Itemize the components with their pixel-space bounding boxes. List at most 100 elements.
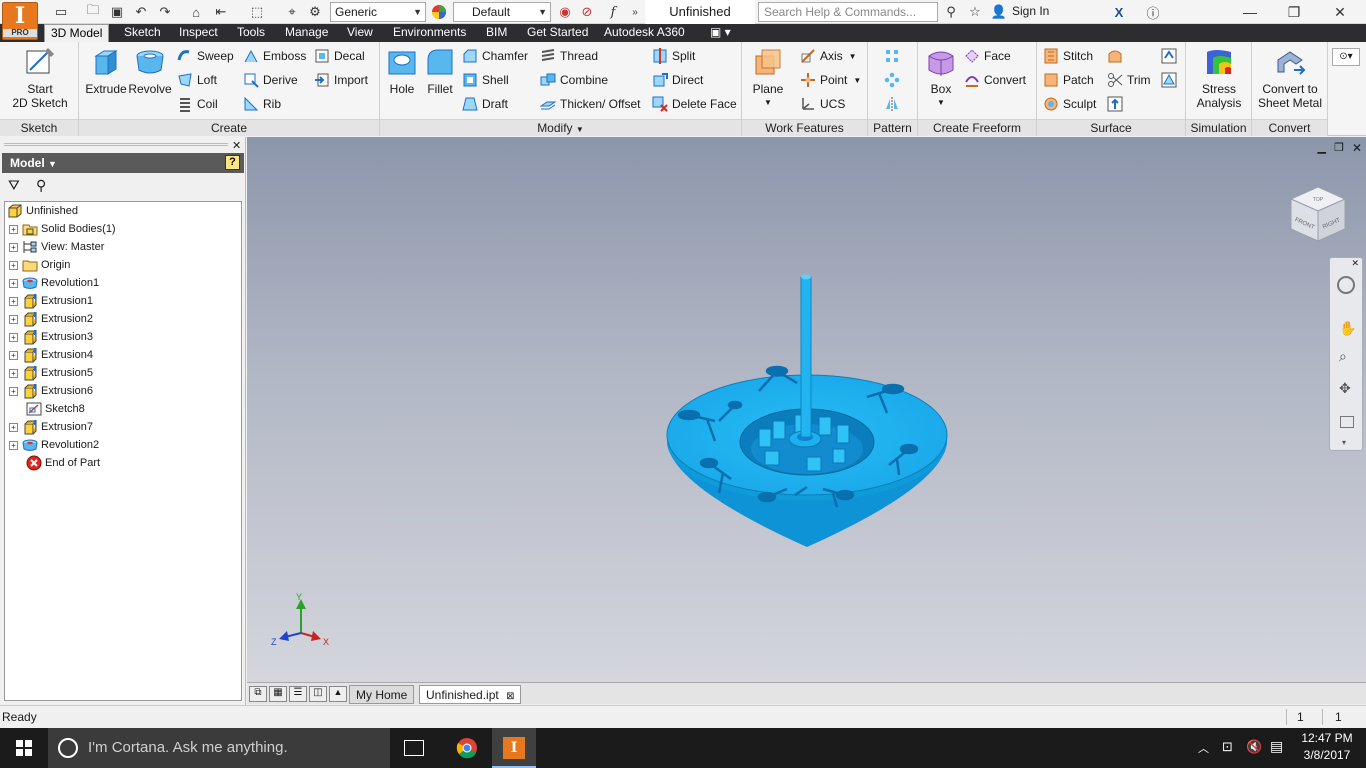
- direct-button[interactable]: Direct: [652, 70, 703, 90]
- undo-icon[interactable]: ↶: [132, 3, 150, 21]
- inventor-taskbar-button[interactable]: I: [492, 728, 536, 768]
- point-button[interactable]: Point ▼: [800, 70, 861, 90]
- tile-vertical-icon[interactable]: ☰: [289, 686, 307, 702]
- tile-horizontal-icon[interactable]: ▦: [269, 686, 287, 702]
- tab-arrow-icon[interactable]: ▲: [329, 686, 347, 702]
- steering-wheel-icon[interactable]: [1337, 276, 1355, 294]
- tab-sketch[interactable]: Sketch: [118, 24, 167, 42]
- box-button[interactable]: Box ▼: [922, 46, 960, 110]
- help-search-input[interactable]: Search Help & Commands...: [758, 2, 938, 22]
- emboss-button[interactable]: Emboss: [243, 46, 306, 66]
- app-menu-button[interactable]: I PRO: [2, 2, 38, 40]
- tree-node[interactable]: + Extrusion4: [9, 346, 93, 364]
- expand-icon[interactable]: +: [9, 296, 18, 306]
- tree-node[interactable]: + Origin: [9, 256, 70, 274]
- part-model[interactable]: [647, 265, 967, 555]
- ruled-surface-button[interactable]: [1107, 46, 1127, 66]
- browser-header[interactable]: Model ▼ ?: [2, 153, 244, 173]
- expand-icon[interactable]: +: [9, 224, 18, 234]
- open-folder-icon[interactable]: 🗀: [84, 2, 102, 21]
- expand-icon[interactable]: +: [9, 386, 18, 396]
- import-button[interactable]: Import: [314, 70, 368, 90]
- revolve-button[interactable]: Revolve: [127, 46, 173, 96]
- browser-close-icon[interactable]: ✕: [232, 139, 241, 152]
- decal-button[interactable]: Decal: [314, 46, 365, 66]
- navbar-close-icon[interactable]: ✕: [1351, 258, 1359, 269]
- split-button[interactable]: Split: [652, 46, 695, 66]
- expand-icon[interactable]: +: [9, 440, 18, 450]
- task-view-button[interactable]: [404, 740, 424, 756]
- color-wheel-icon[interactable]: [430, 3, 448, 21]
- extrude-button[interactable]: Extrude: [83, 46, 129, 96]
- face-button[interactable]: Face: [964, 46, 1011, 66]
- draft-button[interactable]: Draft: [462, 94, 508, 114]
- fx-icon[interactable]: f: [604, 3, 622, 21]
- expand-icon[interactable]: +: [9, 314, 18, 324]
- sweep-button[interactable]: Sweep: [177, 46, 234, 66]
- delete-surface-button[interactable]: [1161, 70, 1181, 90]
- material-select[interactable]: Generic ▼: [330, 2, 426, 22]
- redo-icon[interactable]: ↷: [156, 3, 174, 21]
- tab-bim[interactable]: BIM: [480, 24, 513, 42]
- home-icon[interactable]: ⌂: [187, 3, 205, 21]
- thread-button[interactable]: Thread: [540, 46, 598, 66]
- measure-icon[interactable]: ⌖: [283, 3, 301, 21]
- tab-view[interactable]: View: [341, 24, 379, 42]
- exchange-icon[interactable]: X: [1110, 3, 1128, 21]
- expand-icon[interactable]: +: [9, 332, 18, 342]
- clock[interactable]: 12:47 PM 3/8/2017: [1294, 730, 1360, 764]
- rectangular-pattern-button[interactable]: [884, 46, 904, 66]
- viewport-close-icon[interactable]: ✕: [1352, 141, 1362, 155]
- tab-autodesk-a360[interactable]: Autodesk A360: [598, 24, 691, 42]
- expand-icon[interactable]: +: [9, 278, 18, 288]
- convert-to-sheet-metal-button[interactable]: Convert to Sheet Metal: [1254, 46, 1326, 110]
- combine-button[interactable]: Combine: [540, 70, 608, 90]
- expand-icon[interactable]: +: [9, 368, 18, 378]
- thicken-offset-button[interactable]: Thicken/ Offset: [540, 94, 640, 114]
- ucs-button[interactable]: UCS: [800, 94, 845, 114]
- browser-help-icon[interactable]: ?: [225, 155, 240, 170]
- network-icon[interactable]: ⊡: [1222, 739, 1233, 755]
- cascade-windows-icon[interactable]: ⧉: [249, 686, 267, 702]
- extend-button[interactable]: [1107, 94, 1127, 114]
- mirror-button[interactable]: [884, 94, 904, 114]
- tree-node[interactable]: + Extrusion3: [9, 328, 93, 346]
- cortana-search-box[interactable]: I'm Cortana. Ask me anything.: [48, 728, 390, 768]
- restore-button[interactable]: ❐: [1272, 0, 1316, 24]
- tree-node[interactable]: Sketch8: [26, 400, 85, 418]
- tab-my-home[interactable]: My Home: [349, 685, 415, 704]
- tab-more-icon[interactable]: ▣ ▾: [704, 24, 737, 42]
- viewport-minimize-icon[interactable]: ▁: [1318, 141, 1326, 154]
- expand-icon[interactable]: +: [9, 422, 18, 432]
- minimize-button[interactable]: —: [1228, 0, 1272, 24]
- patch-button[interactable]: Patch: [1043, 70, 1094, 90]
- replace-face-button[interactable]: [1161, 46, 1181, 66]
- sign-in-link[interactable]: Sign In: [1012, 4, 1049, 18]
- plane-button[interactable]: Plane ▼: [748, 46, 788, 110]
- trim-button[interactable]: Trim: [1107, 70, 1151, 90]
- tree-node[interactable]: + Revolution1: [9, 274, 99, 292]
- coil-button[interactable]: Coil: [177, 94, 218, 114]
- tab-3d-model[interactable]: 3D Model: [44, 24, 110, 42]
- tab-tools[interactable]: Tools: [231, 24, 271, 42]
- convert-freeform-button[interactable]: Convert: [964, 70, 1026, 90]
- tree-node[interactable]: + Extrusion2: [9, 310, 93, 328]
- stitch-button[interactable]: Stitch: [1043, 46, 1093, 66]
- group-label-modify[interactable]: Modify ▼: [380, 119, 741, 136]
- tab-manage[interactable]: Manage: [279, 24, 334, 42]
- adjust-icon[interactable]: ◉: [556, 3, 574, 21]
- tree-node[interactable]: + Extrusion1: [9, 292, 93, 310]
- fillet-button[interactable]: Fillet: [422, 46, 458, 96]
- tab-unfinished-ipt[interactable]: Unfinished.ipt ⊠: [419, 685, 522, 704]
- start-button[interactable]: [0, 728, 48, 768]
- binoculars-icon[interactable]: ⚲: [942, 3, 960, 21]
- pan-hand-icon[interactable]: ✋: [1339, 320, 1356, 337]
- appearance-select[interactable]: Default ▼: [453, 2, 551, 22]
- tab-get-started[interactable]: Get Started: [521, 24, 594, 42]
- save-icon[interactable]: ▣: [108, 3, 126, 21]
- delete-face-button[interactable]: Delete Face: [652, 94, 737, 114]
- find-binoculars-icon[interactable]: ⚲: [36, 177, 46, 194]
- return-icon[interactable]: ⇤: [212, 3, 230, 21]
- expand-icon[interactable]: +: [9, 242, 18, 252]
- tree-node[interactable]: + View: Master: [9, 238, 104, 256]
